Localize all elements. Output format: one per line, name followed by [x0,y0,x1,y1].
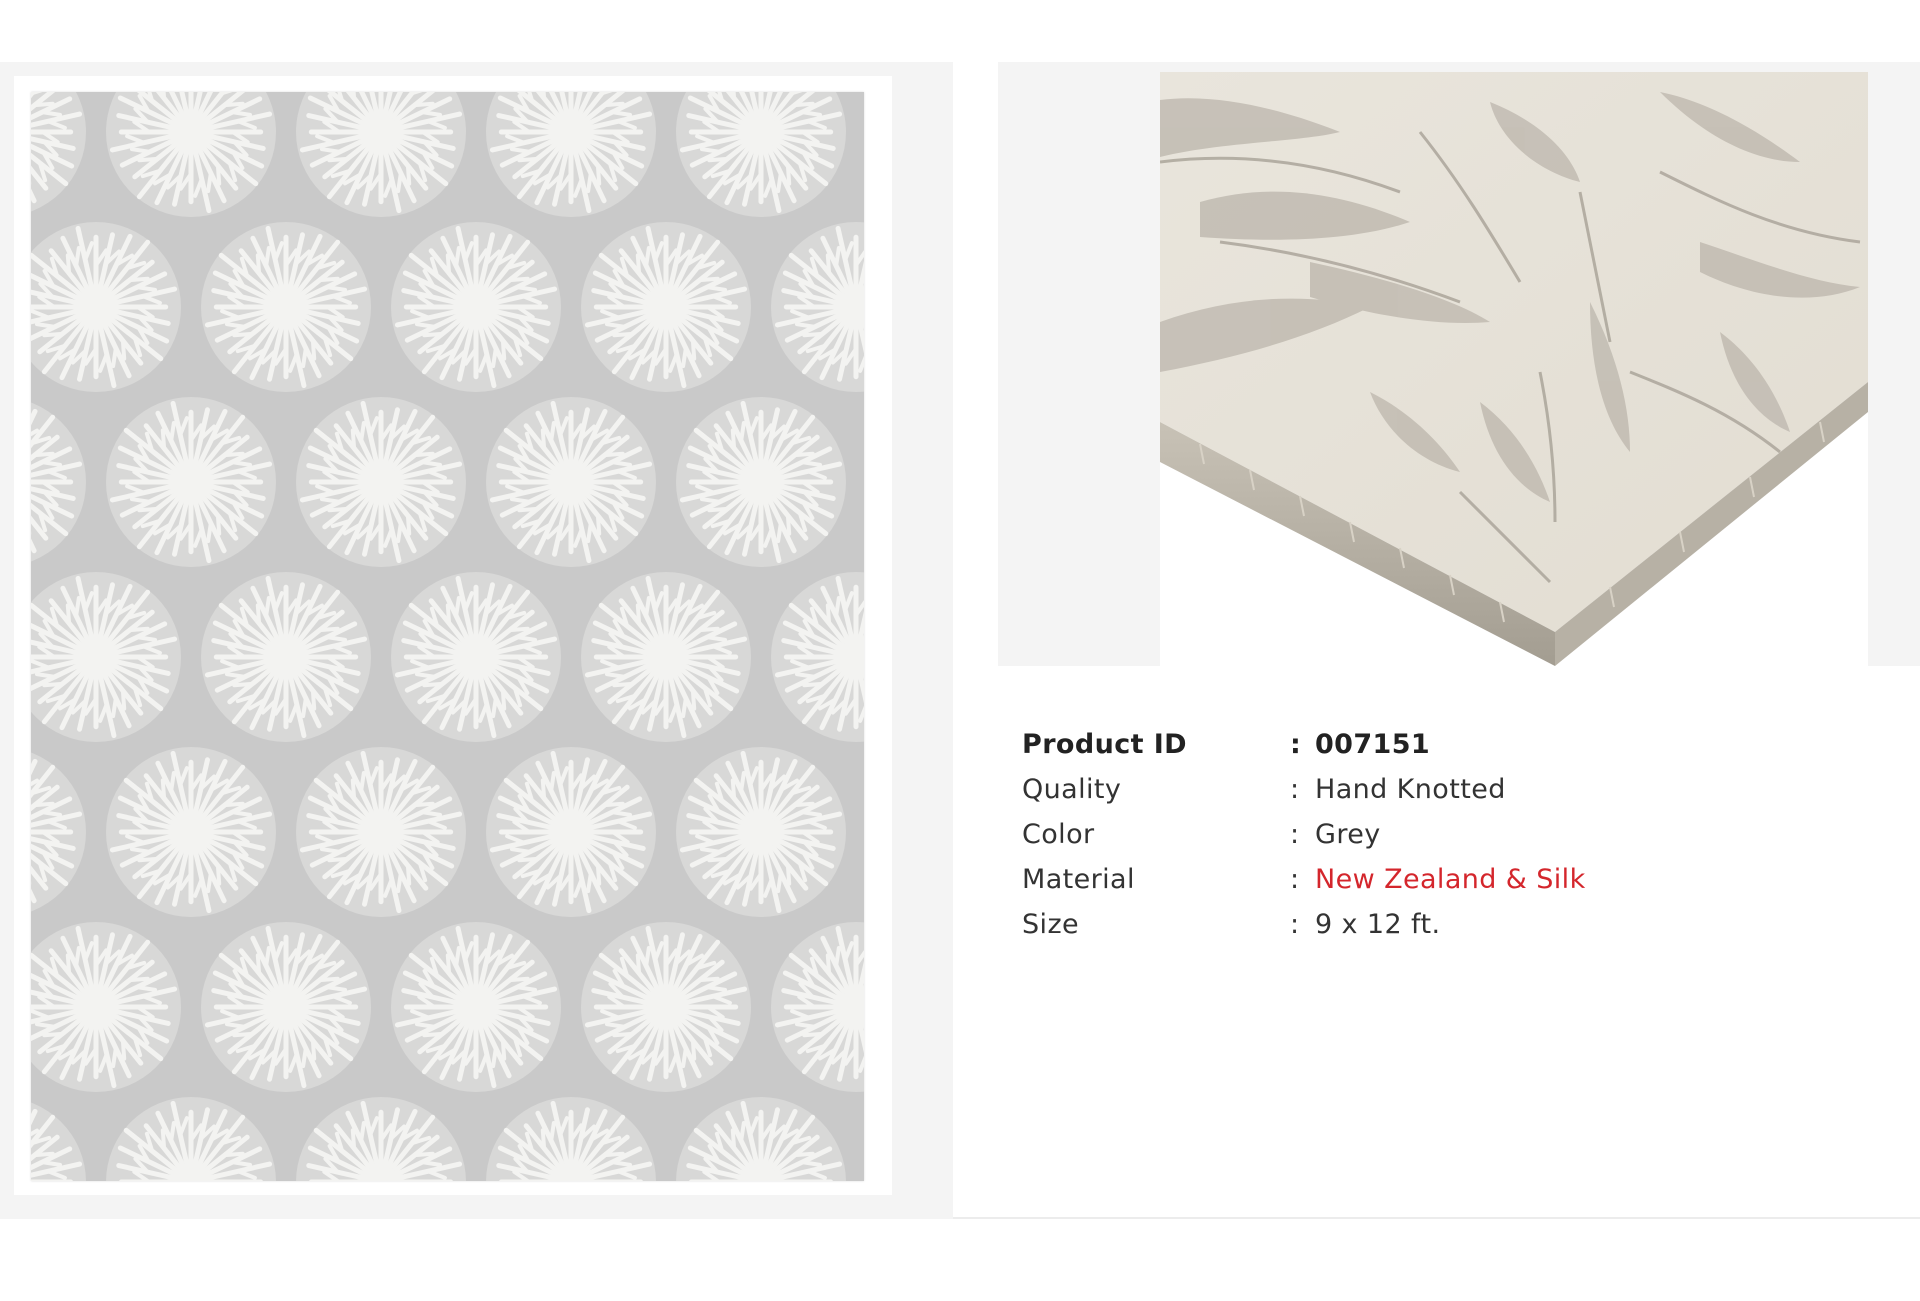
spec-value: 007151 [1315,729,1431,760]
coral-motif [581,922,751,1092]
spec-label: Product ID [1022,729,1187,760]
main-image-panel [0,62,953,1219]
coral-motif [201,222,371,392]
coral-motif [391,222,561,392]
main-image-frame [14,76,892,1195]
detail-image-panel [998,62,1920,666]
rug-pattern-graphic [31,92,864,1181]
product-spec-table: Product ID : 007151 Quality : Hand Knott… [1022,722,1822,947]
spec-row-material: Material : New Zealand & Silk [1022,857,1822,902]
coral-motif [581,572,751,742]
rug-corner-graphic [1160,72,1868,666]
spec-label: Color [1022,819,1095,850]
spec-value: Grey [1315,819,1381,850]
coral-motif [486,747,656,917]
coral-motif [201,922,371,1092]
coral-motif [201,572,371,742]
spec-label: Size [1022,909,1080,940]
spec-separator: : [1290,909,1300,940]
bottom-divider [953,1217,1920,1219]
coral-motif [486,397,656,567]
spec-separator: : [1290,819,1300,850]
spec-row-color: Color : Grey [1022,812,1822,857]
coral-motif [581,222,751,392]
product-page: Product ID : 007151 Quality : Hand Knott… [0,0,1920,1301]
spec-separator: : [1290,774,1300,805]
spec-row-size: Size : 9 x 12 ft. [1022,902,1822,947]
spec-row-quality: Quality : Hand Knotted [1022,767,1822,812]
spec-value: Hand Knotted [1315,774,1506,805]
coral-motif [296,397,466,567]
details-column [953,62,1920,1219]
coral-motif [676,397,846,567]
spec-separator: : [1290,729,1302,760]
spec-label: Quality [1022,774,1122,805]
material-link[interactable]: New Zealand & Silk [1315,857,1586,902]
spec-label: Material [1022,864,1135,895]
coral-motif [391,572,561,742]
coral-motif [391,922,561,1092]
spec-row-product-id: Product ID : 007151 [1022,722,1822,767]
spec-separator: : [1290,864,1300,895]
coral-motif [676,747,846,917]
coral-motif [106,397,276,567]
coral-motif [106,747,276,917]
spec-value: 9 x 12 ft. [1315,909,1441,940]
rug-main-image[interactable] [31,92,864,1181]
coral-motif [296,747,466,917]
rug-detail-image[interactable] [1160,72,1868,666]
